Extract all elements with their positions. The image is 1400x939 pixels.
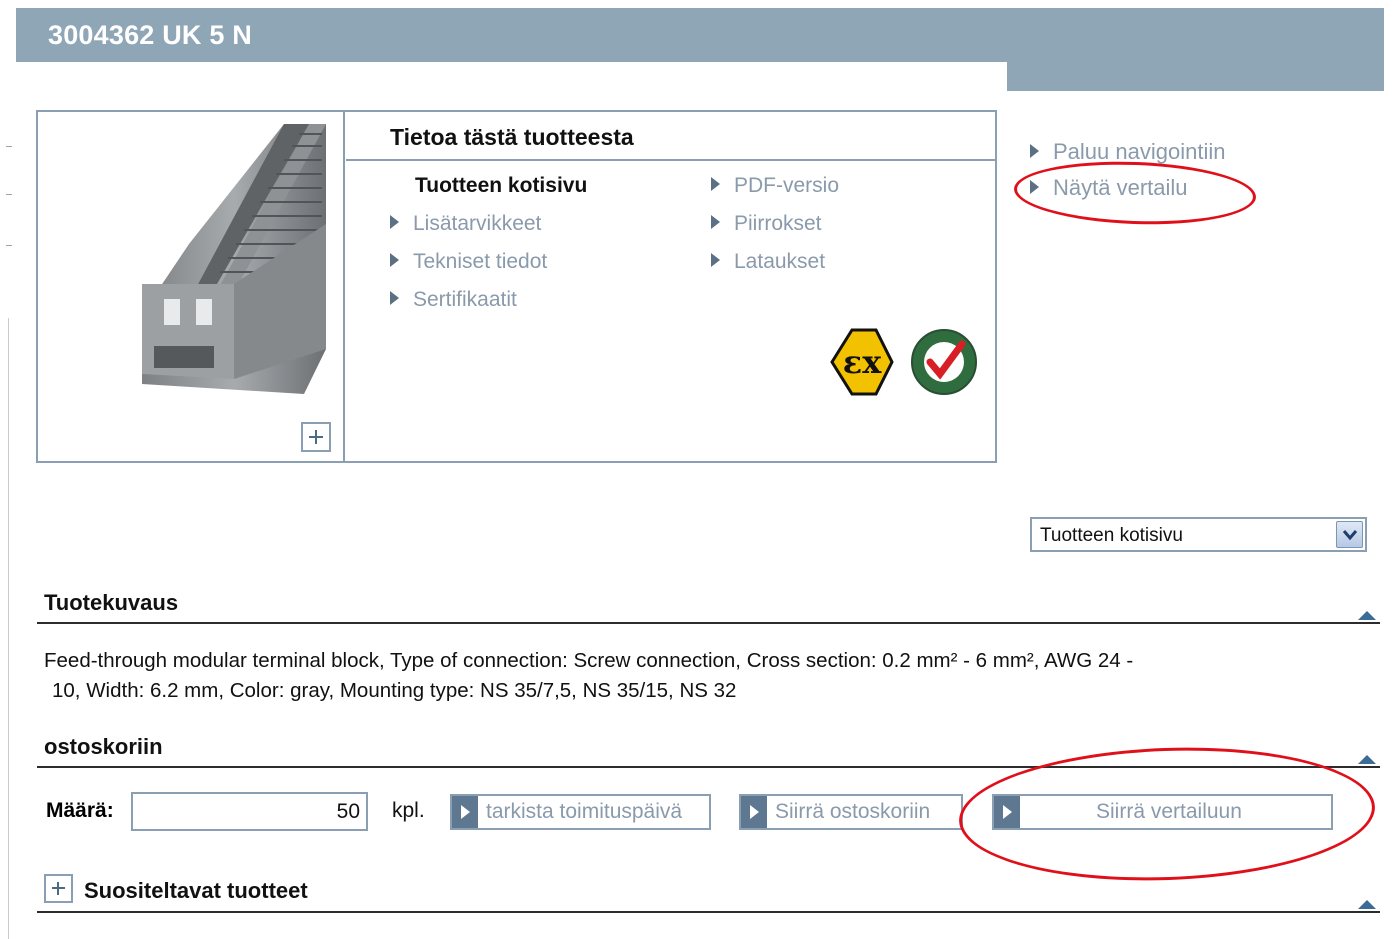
info-heading: Tietoa tästä tuotteesta [390, 124, 634, 150]
triangle-right-icon [390, 291, 399, 305]
triangle-right-icon [711, 215, 720, 229]
description-line: Feed-through modular terminal block, Typ… [44, 649, 1134, 672]
triangle-right-icon [390, 253, 399, 267]
edge-dash [6, 194, 12, 195]
collapse-arrow-icon[interactable] [1358, 900, 1376, 909]
zoom-plus-icon[interactable] [301, 422, 331, 452]
product-image-cell [38, 112, 345, 461]
quantity-label: Määrä: [46, 799, 114, 822]
description-text: Feed-through modular terminal block, Typ… [44, 646, 1334, 706]
back-to-navigation-link[interactable]: Paluu navigointiin [1030, 139, 1225, 165]
product-title: 3004362 UK 5 N [48, 20, 252, 50]
header-bar-extension [1007, 62, 1384, 91]
left-edge [0, 0, 12, 939]
recommended-title: Suositeltavat tuotteet [84, 878, 308, 903]
svg-text:εx: εx [843, 343, 882, 381]
triangle-right-icon [711, 177, 720, 191]
description-title: Tuotekuvaus [44, 590, 179, 615]
section-divider [37, 766, 1380, 768]
product-box: Tietoa tästä tuotteesta Tuotteen kotisiv… [36, 110, 997, 463]
product-image [142, 124, 326, 394]
triangle-right-icon [1030, 180, 1039, 194]
dropdown-arrow-icon[interactable] [1336, 521, 1363, 548]
triangle-right-icon [711, 253, 720, 267]
nav-current-home: Tuotteen kotisivu [415, 174, 588, 197]
quantity-unit: kpl. [392, 799, 425, 822]
edge-dash [6, 245, 12, 246]
nav-link-drawings[interactable]: Piirrokset [711, 212, 822, 236]
description-line: 10, Width: 6.2 mm, Color: gray, Mounting… [52, 679, 737, 702]
nav-link-certificates[interactable]: Sertifikaatit [390, 288, 517, 312]
page-select-value: Tuotteen kotisivu [1040, 525, 1183, 546]
nav-link-pdf[interactable]: PDF-versio [711, 174, 839, 198]
section-divider [37, 622, 1380, 624]
section-divider [37, 911, 1380, 913]
info-divider [346, 159, 995, 161]
collapse-arrow-icon[interactable] [1358, 755, 1376, 764]
nav-link-accessories[interactable]: Lisätarvikkeet [390, 212, 541, 236]
nav-link-downloads[interactable]: Lataukset [711, 250, 825, 274]
arrow-right-icon [741, 796, 767, 828]
show-compare-link[interactable]: Näytä vertailu [1030, 175, 1188, 201]
triangle-right-icon [390, 215, 399, 229]
page-select-dropdown[interactable]: Tuotteen kotisivu [1030, 517, 1367, 552]
edge-dash [6, 146, 12, 147]
triangle-right-icon [1030, 144, 1039, 158]
arrow-right-icon [994, 796, 1020, 828]
expand-plus-icon[interactable] [44, 874, 73, 903]
ex-certification-icon: εx [830, 328, 894, 396]
quantity-input[interactable] [131, 792, 368, 831]
check-delivery-date-button[interactable]: tarkista toimituspäivä [450, 794, 711, 830]
collapse-arrow-icon[interactable] [1358, 611, 1376, 620]
weee-rohs-compliant-icon [911, 329, 977, 395]
arrow-right-icon [452, 796, 478, 828]
nav-link-technical-data[interactable]: Tekniset tiedot [390, 250, 547, 274]
edge-line [8, 318, 9, 939]
add-to-compare-button[interactable]: Siirrä vertailuun [992, 794, 1333, 830]
add-to-cart-button[interactable]: Siirrä ostoskoriin [739, 794, 963, 830]
certification-badges: εx [830, 328, 977, 396]
cart-title: ostoskoriin [44, 734, 163, 759]
